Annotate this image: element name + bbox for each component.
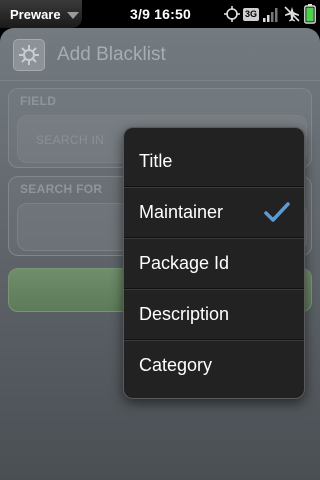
search-in-placeholder: SEARCH IN bbox=[36, 133, 105, 147]
caret-down-icon bbox=[66, 11, 79, 19]
header-divider bbox=[0, 80, 320, 81]
airplane-mode-off-icon bbox=[283, 5, 301, 23]
popup-item-category[interactable]: Category bbox=[124, 340, 304, 391]
signal-bars-icon bbox=[262, 6, 280, 22]
status-bar: Preware 3/9 16:50 3G bbox=[0, 0, 320, 28]
popup-item-label: Description bbox=[139, 303, 230, 324]
popup-item-label: Maintainer bbox=[139, 201, 224, 222]
field-group-label: FIELD bbox=[20, 94, 57, 108]
search-in-popup-menu: Title Maintainer Package Id Description … bbox=[123, 127, 305, 399]
page-title: Add Blacklist bbox=[57, 44, 166, 65]
app-menu-label: Preware bbox=[10, 6, 61, 22]
battery-icon bbox=[304, 4, 316, 24]
page-header: Add Blacklist bbox=[0, 28, 320, 80]
popup-item-label: Package Id bbox=[139, 252, 230, 273]
app-menu-button[interactable]: Preware bbox=[0, 0, 82, 28]
popup-item-label: Title bbox=[139, 150, 173, 171]
app-icon bbox=[13, 39, 45, 71]
network-3g-icon: 3G bbox=[242, 7, 259, 21]
popup-item-package-id[interactable]: Package Id bbox=[124, 238, 304, 289]
popup-item-label: Category bbox=[139, 355, 213, 375]
search-for-group-label: SEARCH FOR bbox=[20, 182, 103, 196]
checkmark-icon bbox=[264, 201, 290, 228]
status-icons: 3G bbox=[223, 4, 316, 24]
popup-item-title[interactable]: Title bbox=[124, 136, 304, 187]
popup-item-maintainer[interactable]: Maintainer bbox=[124, 187, 304, 238]
status-clock: 3/9 16:50 bbox=[130, 6, 191, 22]
popup-item-description[interactable]: Description bbox=[124, 289, 304, 340]
gps-target-icon bbox=[223, 6, 240, 22]
